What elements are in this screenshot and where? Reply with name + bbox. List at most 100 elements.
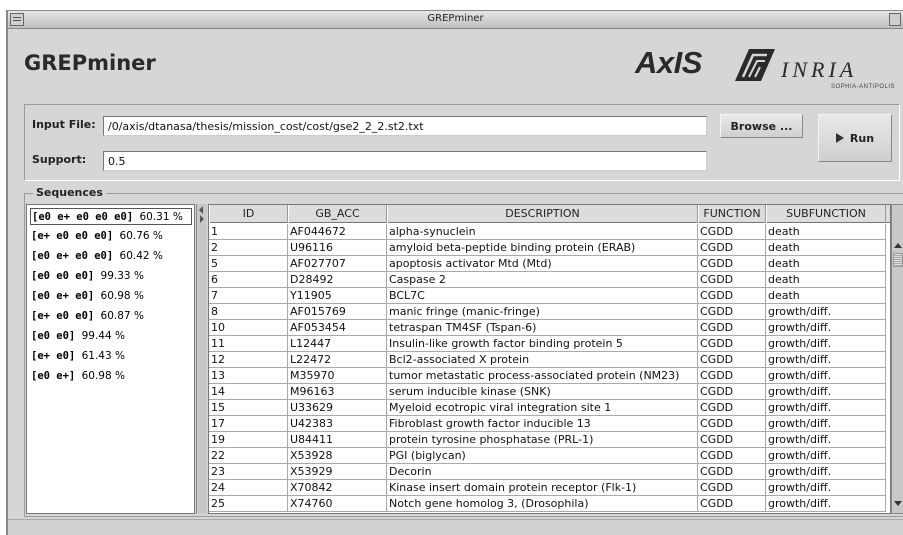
- sequences-title: Sequences: [33, 186, 106, 199]
- run-button[interactable]: Run: [818, 114, 892, 162]
- table-row[interactable]: 15 U33629 Myeloid ecotropic viral integrat…: [209, 400, 890, 416]
- sequence-support: 61.43 %: [81, 350, 125, 362]
- cell-function: CGDD: [698, 464, 766, 480]
- sequence-item[interactable]: [e0 e+ e0] 60.98 %: [30, 288, 192, 305]
- cell-function: CGDD: [698, 256, 766, 272]
- sequence-support: 60.98 %: [81, 370, 125, 382]
- genes-table: ID GB_ACC DESCRIPTION FUNCTION SUBFUNCTION 1…: [208, 204, 891, 514]
- cell-subfunction: growth/diff.: [766, 432, 886, 448]
- cell-description: protein tyrosine phosphatase (PRL-1): [387, 432, 698, 448]
- cell-subfunction: growth/diff.: [766, 384, 886, 400]
- cell-gb-acc: M96163: [288, 384, 387, 400]
- cell-function: CGDD: [698, 480, 766, 496]
- sequence-pattern: [e0 e+]: [31, 370, 76, 382]
- table-row[interactable]: 24 X70842 Kinase insert domain protein rec…: [209, 480, 890, 496]
- cell-gb-acc: X74760: [288, 496, 387, 512]
- sequence-item[interactable]: [e0 e+ e0 e0] 60.42 %: [30, 248, 192, 265]
- cell-description: manic fringe (manic-fringe): [387, 304, 698, 320]
- table-row[interactable]: 5 AF027707 apoptosis activator Mtd (Mtd) CG…: [209, 256, 890, 272]
- expand-right-icon[interactable]: [200, 215, 204, 223]
- cell-description: PGI (biglycan): [387, 448, 698, 464]
- run-button-label: Run: [849, 132, 875, 145]
- cell-id: 25: [209, 496, 288, 512]
- cell-function: CGDD: [698, 368, 766, 384]
- cell-id: 14: [209, 384, 288, 400]
- sequence-pattern: [e0 e+ e0 e0 e0]: [32, 211, 134, 223]
- column-header-subfunction[interactable]: SUBFUNCTION: [766, 205, 886, 223]
- sequence-support: 60.76 %: [119, 230, 163, 242]
- table-row[interactable]: 25 X74760 Notch gene homolog 3, (Drosophil…: [209, 496, 890, 512]
- table-row[interactable]: 8 AF015769 manic fringe (manic-fringe) CGDD…: [209, 304, 890, 320]
- table-row[interactable]: 23 X53929 Decorin CGDD growth/diff.: [209, 464, 890, 480]
- cell-gb-acc: X53928: [288, 448, 387, 464]
- column-header-function[interactable]: FUNCTION: [698, 205, 766, 223]
- window-titlebar[interactable]: GREPminer: [8, 11, 903, 29]
- table-row[interactable]: 2 U96116 amyloid beta-peptide binding prot…: [209, 240, 890, 256]
- column-header-description[interactable]: DESCRIPTION: [387, 205, 698, 223]
- cell-description: amyloid beta-peptide binding protein (ER…: [387, 240, 698, 256]
- table-row[interactable]: 14 M96163 serum inducible kinase (SNK) CGDD…: [209, 384, 890, 400]
- sequence-item[interactable]: [e+ e0] 61.43 %: [30, 348, 192, 365]
- table-row[interactable]: 1 AF044672 alpha-synuclein CGDD death: [209, 224, 890, 240]
- cell-function: CGDD: [698, 496, 766, 512]
- table-row[interactable]: 17 U42383 Fibroblast growth factor inducib…: [209, 416, 890, 432]
- inria-emblem-icon: [735, 49, 775, 81]
- cell-description: alpha-synuclein: [387, 224, 698, 240]
- table-vertical-scrollbar[interactable]: [891, 204, 903, 514]
- cell-id: 8: [209, 304, 288, 320]
- sequence-item[interactable]: [e+ e0 e0] 60.87 %: [30, 308, 192, 325]
- cell-id: 6: [209, 272, 288, 288]
- page-title: GREPminer: [24, 51, 156, 75]
- split-pane-divider[interactable]: [196, 204, 207, 514]
- input-file-field[interactable]: /0/axis/dtanasa/thesis/mission_cost/cost…: [103, 116, 707, 136]
- cell-subfunction: death: [766, 272, 886, 288]
- cell-subfunction: growth/diff.: [766, 400, 886, 416]
- scroll-up-icon[interactable]: [894, 243, 902, 248]
- sequence-item[interactable]: [e0 e0 e0] 99.33 %: [30, 268, 192, 285]
- cell-gb-acc: AF015769: [288, 304, 387, 320]
- support-field[interactable]: 0.5: [103, 151, 707, 171]
- table-row[interactable]: 19 U84411 protein tyrosine phosphatase (PR…: [209, 432, 890, 448]
- sequence-item[interactable]: [e0 e+] 60.98 %: [30, 368, 192, 385]
- table-row[interactable]: 10 AF053454 tetraspan TM4SF (Tspan-6) CGDD g…: [209, 320, 890, 336]
- scroll-down-icon[interactable]: [894, 501, 902, 506]
- column-header-gb-acc[interactable]: GB_ACC: [288, 205, 387, 223]
- cell-id: 2: [209, 240, 288, 256]
- table-row[interactable]: 7 Y11905 BCL7C CGDD death: [209, 288, 890, 304]
- browse-button[interactable]: Browse ...: [720, 114, 803, 138]
- sequence-pattern: [e+ e0 e0 e0]: [31, 230, 114, 242]
- cell-subfunction: death: [766, 240, 886, 256]
- cell-description: Kinase insert domain protein receptor (F…: [387, 480, 698, 496]
- sequence-item[interactable]: [e+ e0 e0 e0] 60.76 %: [30, 228, 192, 245]
- collapse-left-icon[interactable]: [199, 206, 203, 214]
- cell-id: 15: [209, 400, 288, 416]
- scrollbar-thumb[interactable]: [893, 253, 903, 267]
- sequence-pattern: [e0 e0]: [31, 330, 76, 342]
- table-row[interactable]: 22 X53928 PGI (biglycan) CGDD growth/diff.: [209, 448, 890, 464]
- sequence-item[interactable]: [e0 e+ e0 e0 e0] 60.31 %: [30, 208, 192, 225]
- cell-function: CGDD: [698, 272, 766, 288]
- cell-function: CGDD: [698, 336, 766, 352]
- table-row[interactable]: 11 L12447 Insulin-like growth factor bindi…: [209, 336, 890, 352]
- sequence-pattern: [e0 e+ e0 e0]: [31, 250, 114, 262]
- sequence-item[interactable]: [e0 e0] 99.44 %: [30, 328, 192, 345]
- window-close-icon[interactable]: [889, 13, 901, 26]
- sequence-support: 60.87 %: [100, 310, 144, 322]
- cell-description: apoptosis activator Mtd (Mtd): [387, 256, 698, 272]
- cell-gb-acc: X53929: [288, 464, 387, 480]
- application-window: GREPminer GREPminer AxIS INRIA SOPHIA-AN…: [6, 10, 903, 535]
- column-header-id[interactable]: ID: [209, 205, 288, 223]
- sequences-list[interactable]: [e0 e+ e0 e0 e0] 60.31 % [e+ e0 e0 e0] 60…: [26, 204, 195, 514]
- axis-inria-logo: AxIS INRIA SOPHIA-ANTIPOLIS: [635, 43, 895, 90]
- table-row[interactable]: 6 D28492 Caspase 2 CGDD death: [209, 272, 890, 288]
- input-panel: Input File: /0/axis/dtanasa/thesis/missi…: [24, 104, 900, 181]
- cell-gb-acc: AF027707: [288, 256, 387, 272]
- sequence-pattern: [e0 e+ e0]: [31, 290, 95, 302]
- cell-gb-acc: U42383: [288, 416, 387, 432]
- cell-function: CGDD: [698, 432, 766, 448]
- table-row[interactable]: 12 L22472 Bcl2-associated X protein CGDD gro…: [209, 352, 890, 368]
- cell-description: Caspase 2: [387, 272, 698, 288]
- sequences-panel: Sequences [e0 e+ e0 e0 e0] 60.31 % [e+ e0…: [24, 186, 903, 517]
- cell-subfunction: death: [766, 224, 886, 240]
- table-row[interactable]: 13 M35970 tumor metastatic process-associa…: [209, 368, 890, 384]
